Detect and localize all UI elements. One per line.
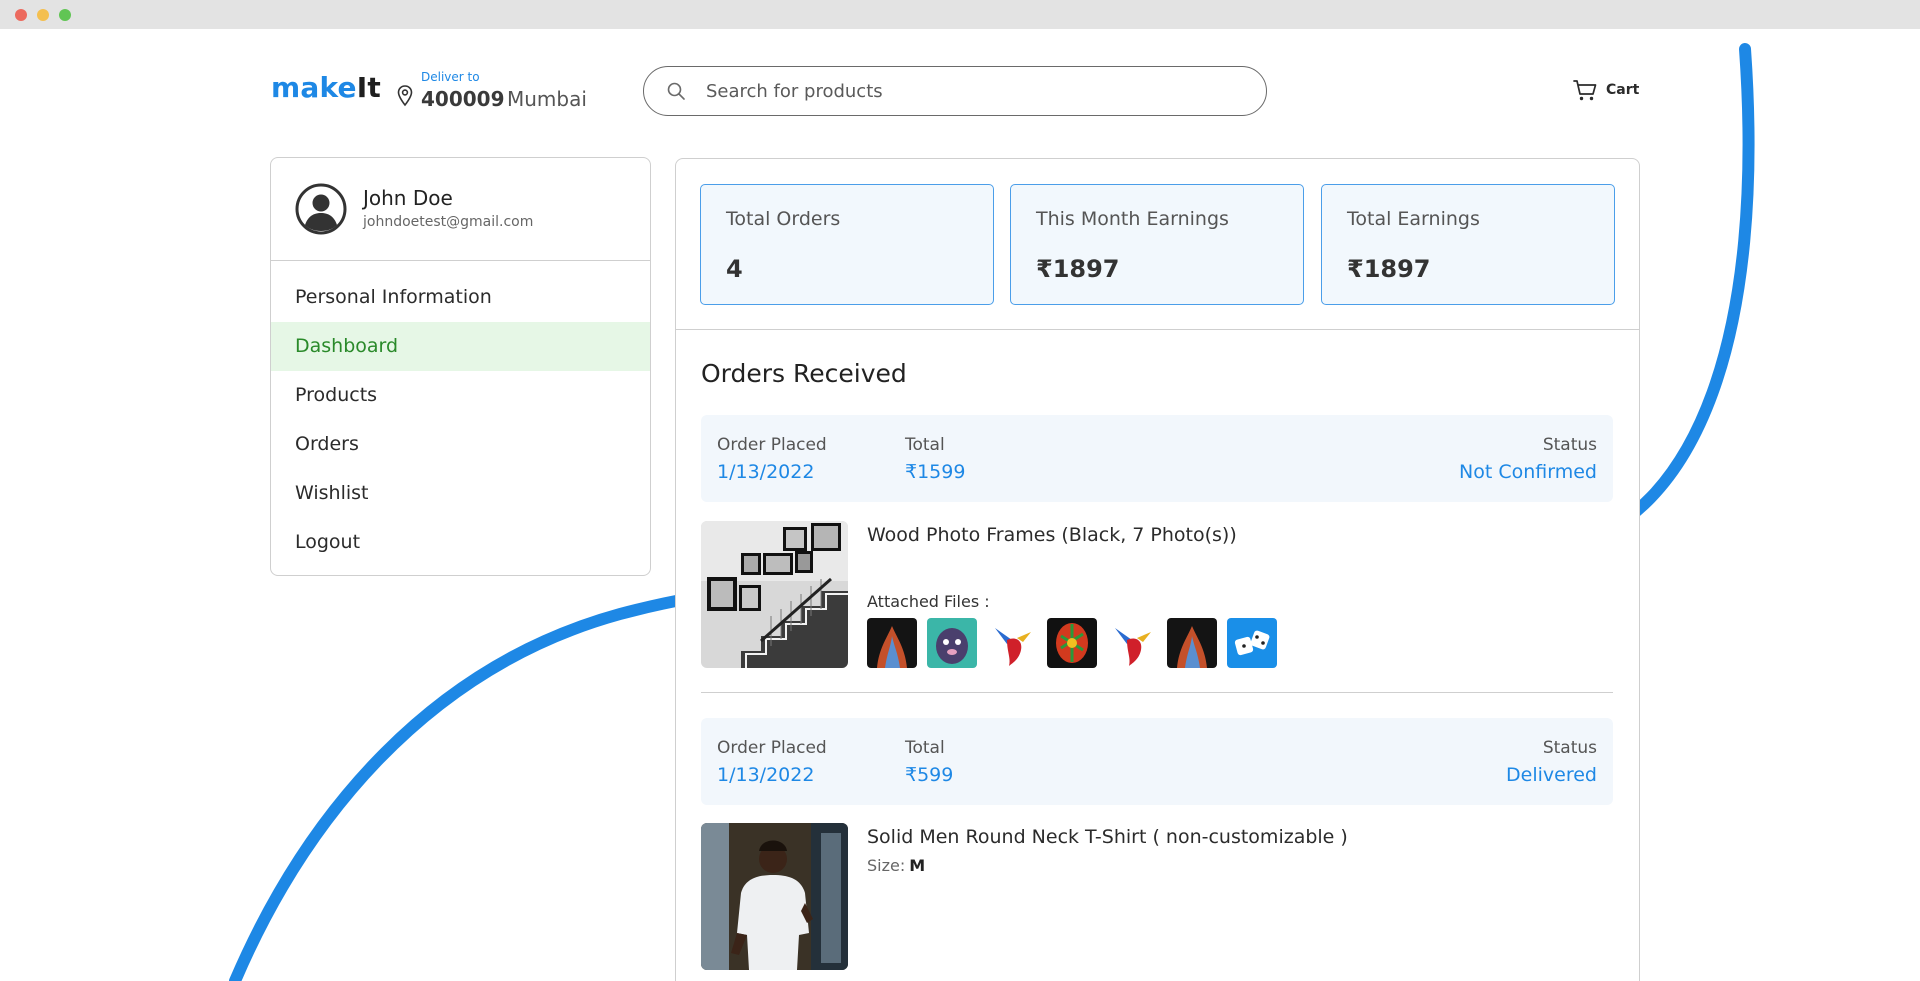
order-divider [701, 692, 1613, 693]
logo-make: make [271, 71, 357, 104]
stat-label: This Month Earnings [1036, 208, 1229, 230]
attached-file-thumb[interactable] [987, 618, 1037, 668]
window-titlebar [0, 0, 1920, 29]
order-total-label: Total [905, 435, 945, 455]
product-title[interactable]: Solid Men Round Neck T-Shirt ( non-custo… [867, 826, 1348, 848]
stat-card-total-orders: Total Orders 4 [700, 184, 994, 305]
stat-value: ₹1897 [1347, 255, 1431, 283]
stats-row: Total Orders 4 This Month Earnings ₹1897… [676, 159, 1639, 330]
order-total-value: ₹599 [905, 764, 954, 786]
location-pin-icon [397, 85, 413, 107]
sidebar-item-dashboard[interactable]: Dashboard [271, 322, 650, 371]
sidebar-item-orders[interactable]: Orders [271, 420, 650, 469]
user-profile: John Doe johndoetest@gmail.com [271, 158, 650, 261]
close-window-button[interactable] [15, 9, 27, 21]
order-placed-date: 1/13/2022 [717, 461, 815, 483]
attached-file-thumb[interactable] [1047, 618, 1097, 668]
order-total-value: ₹1599 [905, 461, 966, 483]
user-name: John Doe [363, 186, 453, 210]
search-bar [643, 66, 1267, 116]
attached-file-thumb[interactable] [1167, 618, 1217, 668]
stat-card-total-earnings: Total Earnings ₹1897 [1321, 184, 1615, 305]
attached-file-thumb[interactable] [1107, 618, 1157, 668]
product-image-tshirt[interactable] [701, 823, 848, 970]
order-status-label: Status [1542, 435, 1597, 455]
cart-label: Cart [1606, 82, 1640, 98]
photo-frames-image [701, 521, 848, 668]
sidebar-item-wishlist[interactable]: Wishlist [271, 469, 650, 518]
order-status-value[interactable]: Delivered [1506, 764, 1597, 786]
sidebar-item-personal-information[interactable]: Personal Information [271, 273, 650, 322]
order-header: Order Placed 1/13/2022 Total ₹599 Status… [701, 718, 1613, 805]
stat-card-month-earnings: This Month Earnings ₹1897 [1010, 184, 1304, 305]
order-header: Order Placed 1/13/2022 Total ₹1599 Statu… [701, 415, 1613, 502]
sidebar-nav: Personal Information Dashboard Products … [271, 261, 650, 567]
dashboard-panel: Total Orders 4 This Month Earnings ₹1897… [675, 158, 1640, 981]
user-email: johndoetest@gmail.com [363, 214, 534, 230]
logo[interactable]: makeIt [271, 71, 381, 104]
order-total-label: Total [905, 738, 945, 758]
deliver-pincode: 400009 [421, 87, 505, 111]
tshirt-model-image [701, 823, 848, 970]
size-label: Size: [867, 856, 906, 875]
order-status-value[interactable]: Not Confirmed [1459, 461, 1597, 483]
stat-value: 4 [726, 255, 743, 283]
size-value: M [909, 856, 926, 875]
attached-files-list [867, 618, 1277, 668]
attached-files-label: Attached Files : [867, 592, 990, 611]
maximize-window-button[interactable] [59, 9, 71, 21]
order-status-label: Status [1542, 738, 1597, 758]
orders-received-title: Orders Received [701, 359, 907, 388]
order-placed-label: Order Placed [717, 435, 827, 455]
order-placed-label: Order Placed [717, 738, 827, 758]
cart-button[interactable]: Cart [1572, 77, 1639, 103]
minimize-window-button[interactable] [37, 9, 49, 21]
stat-label: Total Earnings [1347, 208, 1480, 230]
order-placed-date: 1/13/2022 [717, 764, 815, 786]
deliver-to-label: Deliver to [421, 70, 480, 84]
search-icon[interactable] [666, 81, 686, 101]
logo-it: It [356, 71, 381, 104]
cart-icon [1573, 80, 1597, 101]
sidebar-item-logout[interactable]: Logout [271, 518, 650, 567]
search-input[interactable] [706, 77, 1246, 105]
attached-file-thumb[interactable] [1227, 618, 1277, 668]
deliver-city: Mumbai [507, 87, 587, 111]
attached-file-thumb[interactable] [867, 618, 917, 668]
attached-file-thumb[interactable] [927, 618, 977, 668]
product-size: Size: M [867, 856, 925, 875]
stat-value: ₹1897 [1036, 255, 1120, 283]
product-image-photo-frames[interactable] [701, 521, 848, 668]
account-sidebar: John Doe johndoetest@gmail.com Personal … [270, 157, 651, 576]
avatar-icon [295, 183, 347, 235]
sidebar-item-products[interactable]: Products [271, 371, 650, 420]
product-title[interactable]: Wood Photo Frames (Black, 7 Photo(s)) [867, 524, 1237, 546]
stat-label: Total Orders [726, 208, 841, 230]
